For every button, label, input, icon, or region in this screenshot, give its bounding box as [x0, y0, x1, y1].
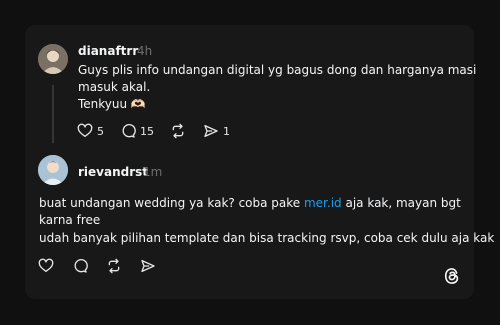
post-text-line: masuk akal.	[78, 80, 151, 94]
like-button[interactable]: 5	[77, 122, 104, 140]
threads-logo-icon[interactable]	[442, 266, 462, 286]
send-icon	[204, 125, 218, 137]
username[interactable]: dianaftrr	[78, 44, 138, 58]
thread-connector-line	[52, 85, 54, 143]
post-text-line: Tenkyuu 🫶🏻	[78, 97, 146, 111]
repost-button[interactable]	[170, 122, 186, 140]
post-text-line: Guys plis info undangan digital yg bagus…	[78, 63, 477, 77]
heart-icon	[38, 258, 54, 272]
timestamp: 4h	[137, 44, 153, 58]
like-count: 5	[97, 124, 104, 138]
thread-card: dianaftrr 4h Guys plis info undangan dig…	[25, 25, 494, 299]
text-segment: aja kak, mayan bgt	[341, 196, 461, 210]
repost-button[interactable]	[106, 257, 122, 275]
reply-text-line: buat undangan wedding ya kak? coba pake …	[39, 195, 461, 212]
comment-icon	[122, 124, 136, 138]
send-icon	[141, 260, 155, 272]
text-segment: buat undangan wedding ya kak? coba pake	[39, 196, 304, 210]
repost-icon	[172, 123, 184, 139]
share-button[interactable]: 1	[203, 122, 230, 140]
like-button[interactable]	[38, 257, 54, 275]
avatar[interactable]	[38, 155, 68, 185]
link-mer-id[interactable]: mer.id	[304, 196, 342, 210]
reply-text-line: udah banyak pilihan template dan bisa tr…	[39, 231, 495, 245]
share-count: 1	[223, 124, 230, 138]
reply-button[interactable]	[72, 257, 88, 275]
avatar[interactable]	[38, 44, 68, 74]
comment-icon	[74, 259, 88, 273]
username[interactable]: rievandrst	[78, 165, 148, 179]
repost-icon	[108, 258, 120, 274]
timestamp: 1m	[143, 165, 163, 179]
reply-count: 15	[140, 124, 154, 138]
reply-text-line: karna free	[39, 213, 101, 227]
share-button[interactable]	[140, 257, 156, 275]
heart-icon	[77, 123, 93, 137]
reply-button[interactable]: 15	[120, 122, 154, 140]
